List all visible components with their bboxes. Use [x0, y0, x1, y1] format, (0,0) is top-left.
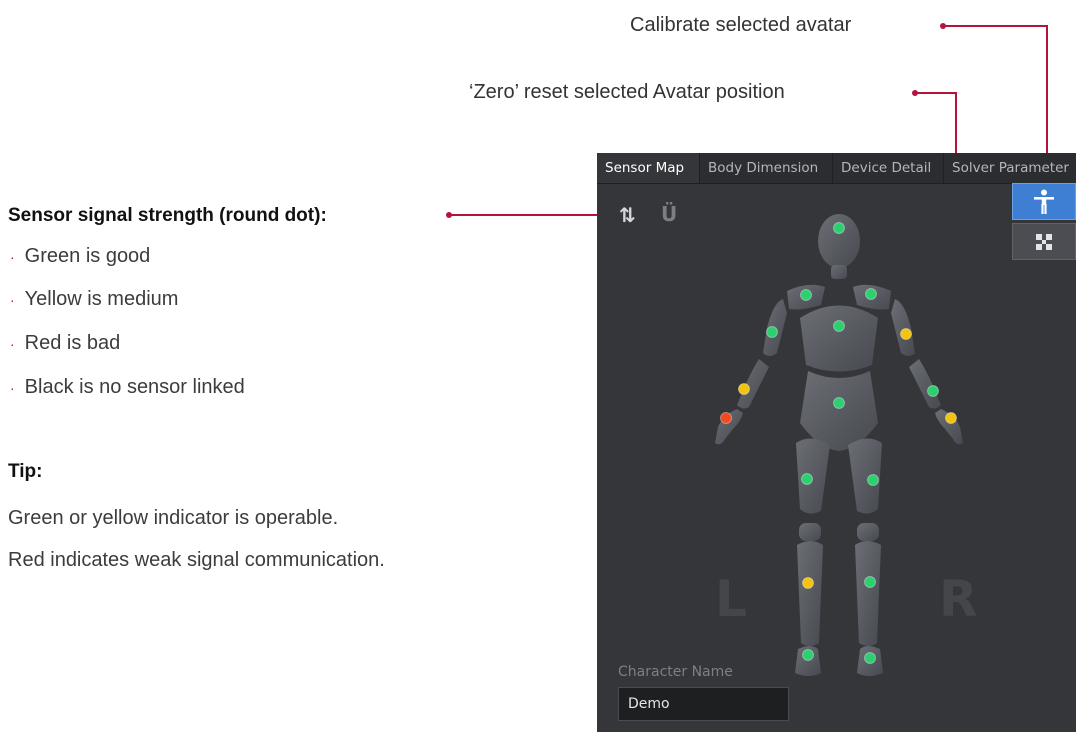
legend-item-good: · Green is good [10, 245, 151, 267]
calibrate-callout-text: Calibrate selected avatar [630, 14, 852, 36]
legend-item-medium: · Yellow is medium [10, 288, 179, 310]
sensor-dot-left-shoulder[interactable] [800, 289, 812, 301]
sensor-dot-left-shin[interactable] [802, 577, 814, 589]
zero-reset-callout-line [915, 92, 955, 94]
tip-line-1: Green or yellow indicator is operable. [8, 507, 339, 529]
sensor-dot-chest[interactable] [833, 320, 845, 332]
tip-heading: Tip: [8, 461, 43, 482]
legend-item-bad: · Red is bad [10, 332, 121, 354]
sensor-dot-right-forearm[interactable] [927, 385, 939, 397]
character-name-input[interactable]: Demo [618, 687, 789, 721]
sensor-dot-right-hand[interactable] [945, 412, 957, 424]
legend-item-none: · Black is no sensor linked [10, 376, 245, 398]
character-name-label: Character Name [618, 664, 733, 680]
sensor-dot-hips[interactable] [833, 397, 845, 409]
calibrate-callout-line [943, 25, 1046, 27]
sensor-dot-left-hand[interactable] [720, 412, 732, 424]
sensor-dot-left-foot[interactable] [802, 649, 814, 661]
sensor-dot-right-upper-arm[interactable] [900, 328, 912, 340]
zero-reset-callout-text: ‘Zero’ reset selected Avatar position [469, 81, 785, 103]
sensor-map-panel: Sensor Map Body Dimension Device Detail … [597, 153, 1076, 732]
signal-strength-heading: Sensor signal strength (round dot): [8, 205, 327, 226]
tip-line-2: Red indicates weak signal communication. [8, 549, 385, 571]
signal-callout-line [449, 214, 605, 216]
sensor-dot-right-thigh[interactable] [867, 474, 879, 486]
sensor-dot-left-forearm[interactable] [738, 383, 750, 395]
sensor-dot-right-shin[interactable] [864, 576, 876, 588]
sensor-dot-head[interactable] [833, 222, 845, 234]
sensor-dot-right-foot[interactable] [864, 652, 876, 664]
sensor-dot-left-upper-arm[interactable] [766, 326, 778, 338]
sensor-dot-left-thigh[interactable] [801, 473, 813, 485]
sensor-dot-right-shoulder[interactable] [865, 288, 877, 300]
avatar-figure [715, 214, 963, 676]
